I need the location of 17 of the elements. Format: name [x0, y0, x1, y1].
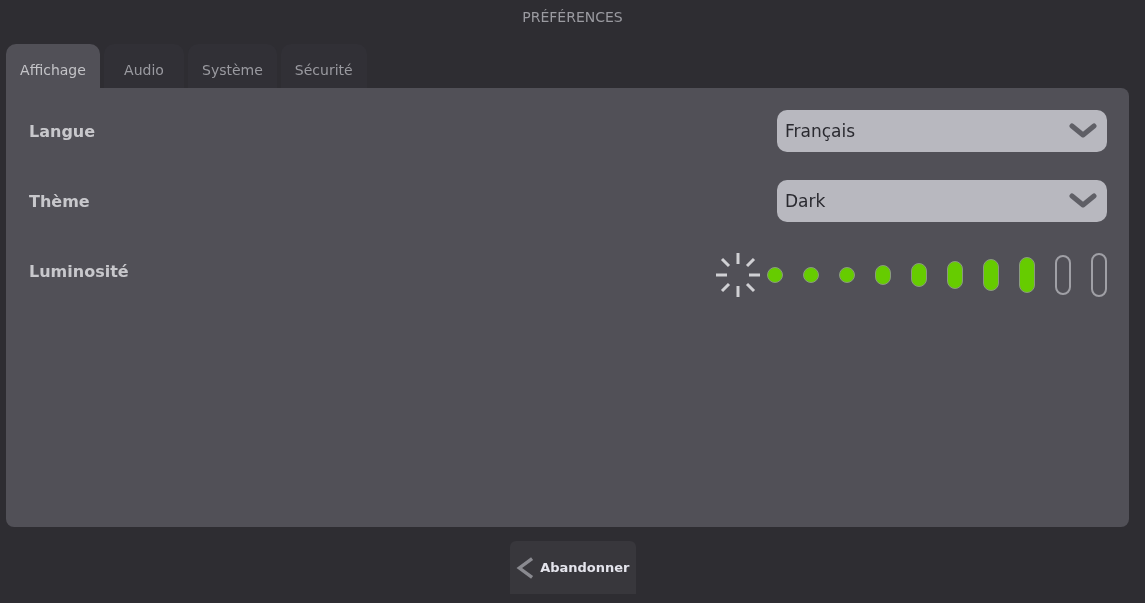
setting-label: Langue: [29, 121, 96, 141]
tab[interactable]: Sécurité: [280, 44, 367, 88]
tab[interactable]: Affichage: [6, 44, 100, 88]
tab[interactable]: Audio: [104, 44, 184, 88]
tab[interactable]: Système: [188, 44, 277, 88]
dropdown[interactable]: Dark: [777, 180, 1107, 222]
chevron-down-icon: [1069, 193, 1097, 209]
brightness-meter[interactable]: [767, 253, 1107, 297]
cancel-button[interactable]: Abandonner: [509, 541, 636, 594]
dropdown-value: Dark: [785, 191, 826, 211]
window-title: PRÉFÉRENCES: [521, 8, 624, 27]
setting-label: Luminosité: [29, 261, 129, 281]
dropdown-value: Français: [785, 121, 856, 141]
dropdown[interactable]: Français: [777, 110, 1107, 152]
sun-icon: [715, 252, 761, 298]
chevron-down-icon: [1069, 123, 1097, 139]
setting-label: Thème: [29, 191, 90, 211]
